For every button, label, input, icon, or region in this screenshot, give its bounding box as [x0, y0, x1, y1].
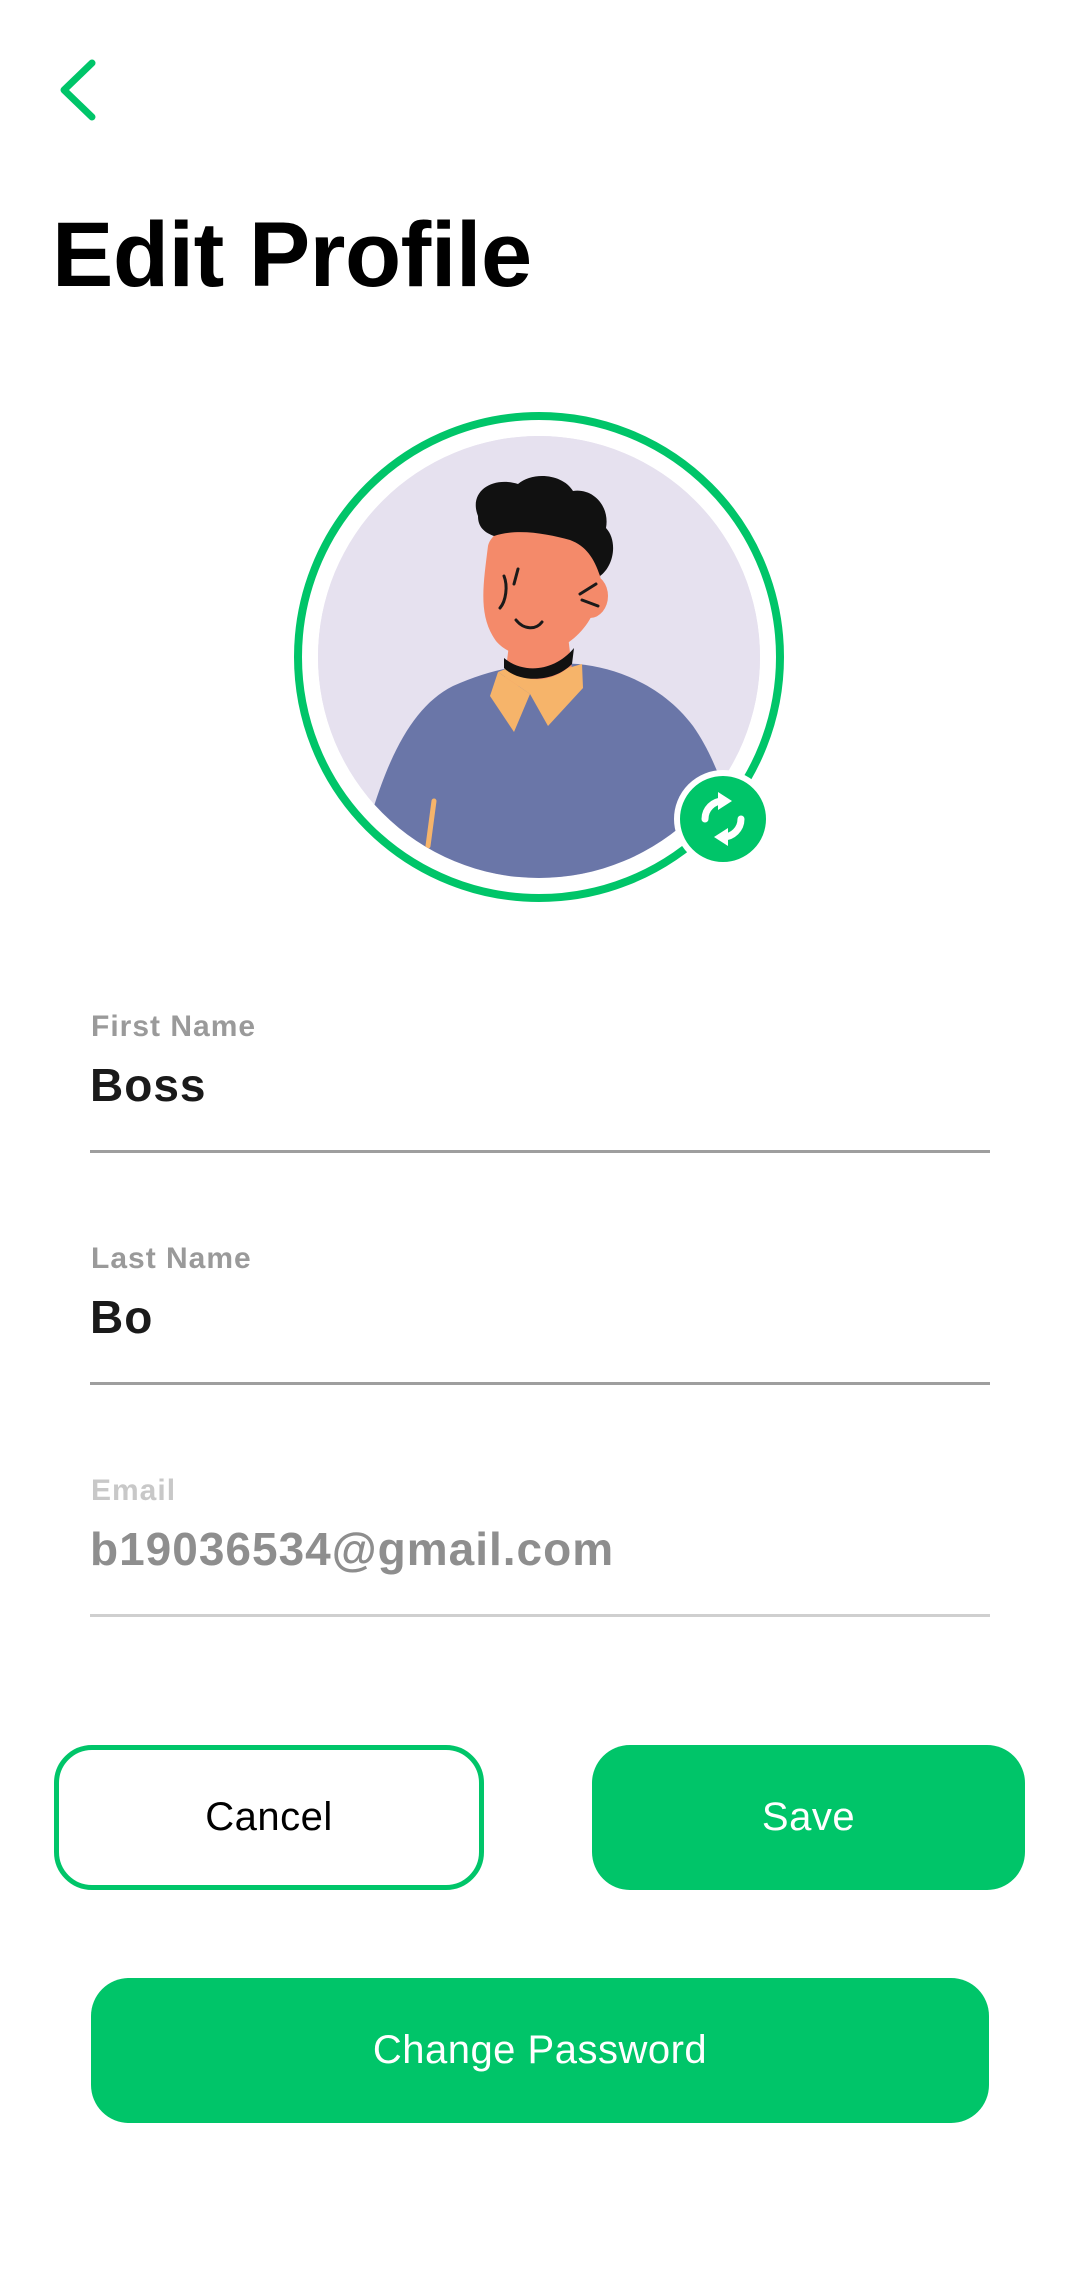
chevron-left-icon	[60, 59, 96, 121]
first-name-label: First Name	[91, 1010, 257, 1043]
avatar	[294, 412, 784, 902]
last-name-label: Last Name	[91, 1242, 252, 1275]
save-button[interactable]: Save	[592, 1745, 1025, 1890]
email-field: Email	[90, 1474, 990, 1617]
first-name-field[interactable]: First Name	[90, 1010, 990, 1153]
email-input	[90, 1522, 990, 1576]
change-password-button[interactable]: Change Password	[91, 1978, 989, 2123]
last-name-field[interactable]: Last Name	[90, 1242, 990, 1385]
cancel-button[interactable]: Cancel	[54, 1745, 484, 1890]
back-button[interactable]	[50, 55, 110, 125]
refresh-icon	[701, 792, 745, 846]
first-name-input[interactable]	[90, 1058, 990, 1112]
change-photo-button[interactable]	[674, 770, 772, 868]
email-label: Email	[91, 1474, 177, 1507]
last-name-input[interactable]	[90, 1290, 990, 1344]
page-title: Edit Profile	[52, 204, 532, 306]
